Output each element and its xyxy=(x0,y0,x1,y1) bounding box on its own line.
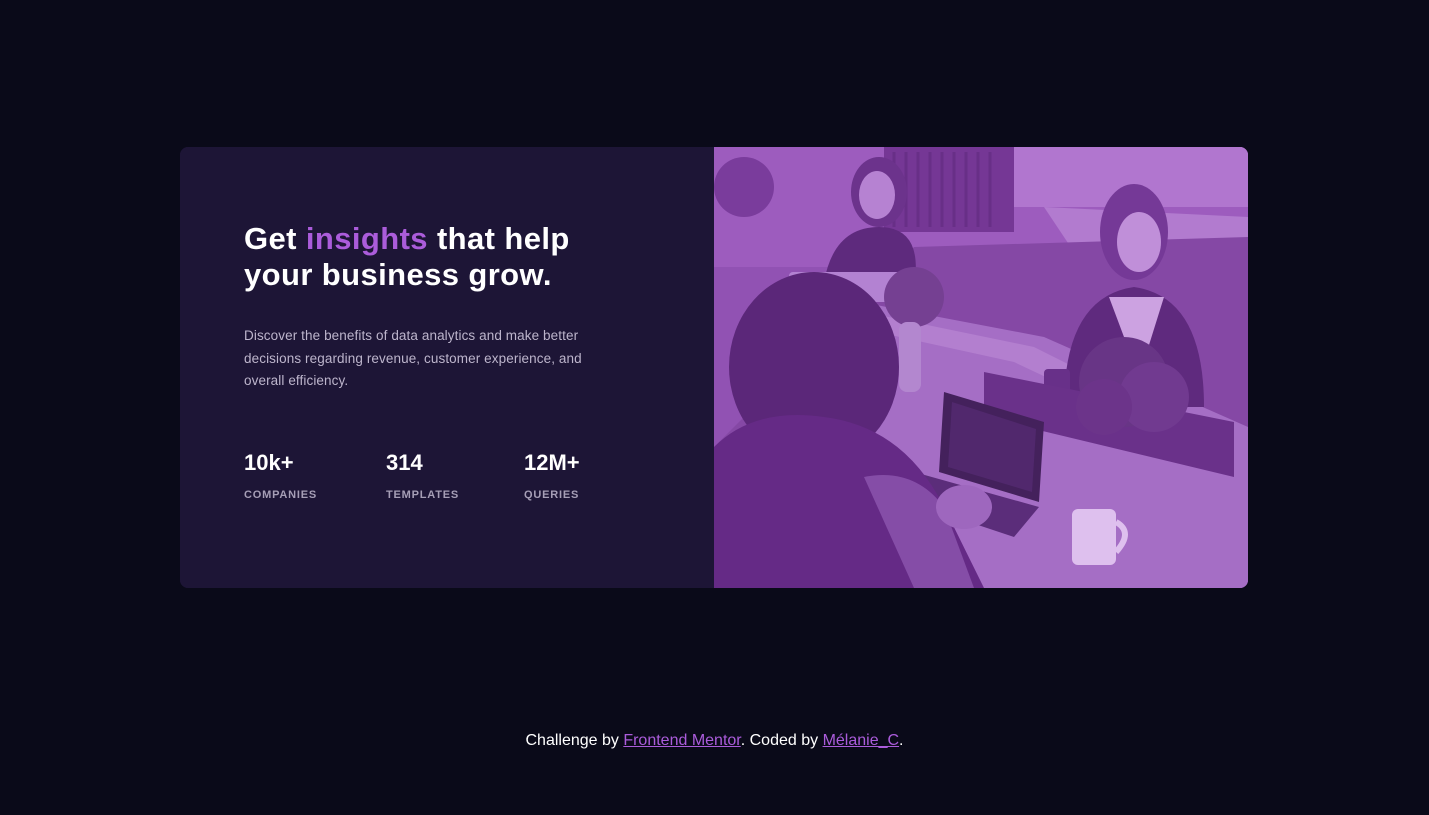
headline: Get insights that help your business gro… xyxy=(244,221,624,293)
stat-templates: 314 TEMPLATES xyxy=(386,450,459,502)
footer-suffix: . xyxy=(899,732,904,749)
stat-value: 10k+ xyxy=(244,450,294,475)
footer-middle: . Coded by xyxy=(740,732,823,749)
card-text-panel: Get insights that help your business gro… xyxy=(180,147,714,588)
stat-companies: 10k+ COMPANIES xyxy=(244,450,318,502)
photo-illustration xyxy=(714,147,1248,588)
author-link[interactable]: Mélanie_C xyxy=(823,732,899,749)
stat-value: 12M+ xyxy=(524,450,580,475)
stat-label: TEMPLATES xyxy=(386,489,459,501)
footer-prefix: Challenge by xyxy=(525,732,624,749)
attribution-footer: Challenge by Frontend Mentor. Coded by M… xyxy=(0,729,1429,753)
office-team-photo xyxy=(714,147,1248,588)
stat-queries: 12M+ QUERIES xyxy=(524,450,580,502)
frontend-mentor-link[interactable]: Frontend Mentor xyxy=(623,732,740,749)
stat-value: 314 xyxy=(386,450,423,475)
stats-row: 10k+ COMPANIES 314 TEMPLATES 12M+ QUERIE… xyxy=(244,451,664,511)
stat-label: QUERIES xyxy=(524,489,580,501)
stats-preview-card: Get insights that help your business gro… xyxy=(180,147,1248,588)
description: Discover the benefits of data analytics … xyxy=(244,328,582,388)
stat-label: COMPANIES xyxy=(244,489,318,501)
headline-accent: insights xyxy=(305,221,428,256)
headline-start: Get xyxy=(244,221,306,256)
